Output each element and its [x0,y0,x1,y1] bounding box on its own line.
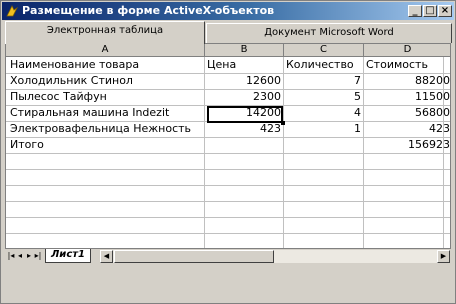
cell-a6[interactable]: Итого [8,137,204,153]
cell-a1[interactable]: Наименование товара [8,57,204,73]
grid-line [6,153,450,154]
tab-spreadsheet[interactable]: Электронная таблица [5,21,205,44]
app-icon [6,5,19,17]
cell-c1[interactable]: Количество [284,57,363,73]
close-button[interactable]: × [438,5,452,17]
scroll-left-icon[interactable]: ◀ [100,250,113,263]
minimize-button[interactable]: _ [408,5,422,17]
column-header-a[interactable]: A [6,44,205,57]
column-header-d[interactable]: D [364,44,450,57]
cell-c2[interactable]: 7 [284,73,363,89]
prev-sheet-icon[interactable]: ◂ [16,251,24,261]
horizontal-scrollbar[interactable]: ◀ ▶ [100,250,450,263]
cell-d3[interactable]: 11500 [364,89,450,105]
sheet-tab-bar: |◂ ◂ ▸ ▸| Лист1 ◀ ▶ [5,248,451,263]
cell-a5[interactable]: Электровафельница Нежность [8,121,204,137]
cell-a3[interactable]: Пылесос Тайфун [8,89,204,105]
cell-d1[interactable]: Стоимость [364,57,450,73]
selected-cell-outline [207,106,283,123]
cell-b1[interactable]: Цена [205,57,283,73]
fill-handle[interactable] [281,121,285,125]
cell-a4[interactable]: Стиральная машина Indezit [8,105,204,121]
window-title: Размещение в форме ActiveX-объектов [22,4,275,17]
next-sheet-icon[interactable]: ▸ [25,251,33,261]
cell-c3[interactable]: 5 [284,89,363,105]
cell-b2[interactable]: 12600 [205,73,283,89]
title-bar[interactable]: Размещение в форме ActiveX-объектов _ □ … [2,2,454,20]
cell-c4[interactable]: 4 [284,105,363,121]
cell-d4[interactable]: 56800 [364,105,450,121]
cell-d5[interactable]: 423 [364,121,450,137]
sheet-tab[interactable]: Лист1 [45,249,91,263]
maximize-button[interactable]: □ [423,5,437,17]
app-window: Размещение в форме ActiveX-объектов _ □ … [0,0,456,304]
tab-word-document[interactable]: Документ Microsoft Word [206,23,452,43]
tab-strip: Электронная таблица Документ Microsoft W… [5,21,453,44]
grid-line [6,217,450,218]
cell-c5[interactable]: 1 [284,121,363,137]
scroll-thumb[interactable] [114,250,274,263]
column-header-c[interactable]: C [284,44,364,57]
scroll-right-icon[interactable]: ▶ [437,250,450,263]
grid-line [6,169,450,170]
grid-line [6,201,450,202]
spreadsheet-panel[interactable]: A B C D Наименование товара Цена Количес… [5,43,451,263]
column-header-b[interactable]: B [205,44,284,57]
first-sheet-icon[interactable]: |◂ [7,251,15,261]
cell-b3[interactable]: 2300 [205,89,283,105]
cell-d6[interactable]: 156923 [364,137,450,153]
last-sheet-icon[interactable]: ▸| [34,251,42,261]
cell-b5[interactable]: 423 [205,121,283,137]
cell-a2[interactable]: Холодильник Стинол [8,73,204,89]
grid-line [6,233,450,234]
grid-line [6,185,450,186]
cell-d2[interactable]: 88200 [364,73,450,89]
